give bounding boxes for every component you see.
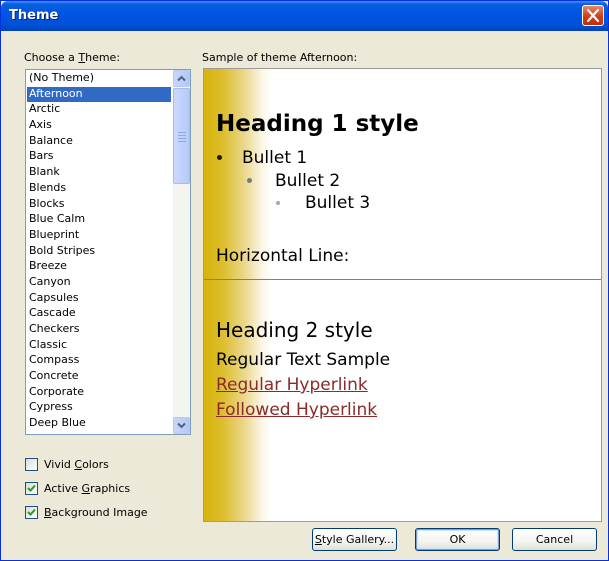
ok-button[interactable]: OK bbox=[415, 528, 500, 551]
background-image-checkbox[interactable] bbox=[25, 506, 38, 519]
list-item[interactable]: Canyon bbox=[27, 275, 171, 291]
active-graphics-checkbox[interactable] bbox=[25, 482, 38, 495]
preview-caption: Sample of theme Afternoon: bbox=[202, 51, 358, 64]
list-item[interactable]: Concrete bbox=[27, 369, 171, 385]
active-graphics-label: Active Graphics bbox=[44, 482, 131, 495]
preview-horizontal-line-label: Horizontal Line: bbox=[216, 246, 350, 266]
list-item[interactable]: Afternoon bbox=[27, 86, 171, 103]
close-button[interactable] bbox=[582, 5, 604, 26]
thumb-grip bbox=[178, 132, 186, 133]
bullet-icon bbox=[276, 201, 280, 205]
preview-bullet2: Bullet 2 bbox=[275, 171, 341, 191]
list-item[interactable]: Capsules bbox=[27, 291, 171, 307]
theme-preview: Heading 1 style Bullet 1 Bullet 2 Bullet… bbox=[203, 68, 602, 522]
list-item[interactable]: Balance bbox=[27, 134, 171, 150]
vivid-colors-label: Vivid Colors bbox=[44, 458, 109, 471]
theme-list-scrollbar[interactable] bbox=[173, 70, 190, 434]
thumb-grip bbox=[178, 138, 186, 139]
list-item[interactable]: Deep Blue bbox=[27, 416, 171, 432]
list-item[interactable]: Blocks bbox=[27, 197, 171, 213]
list-item[interactable]: Blueprint bbox=[27, 228, 171, 244]
list-item[interactable]: Axis bbox=[27, 118, 171, 134]
preview-hyperlink[interactable]: Regular Hyperlink bbox=[216, 375, 368, 395]
list-item[interactable]: Cypress bbox=[27, 400, 171, 416]
theme-listbox[interactable]: (No Theme) Afternoon Arctic Axis Balance Bars… bbox=[25, 69, 191, 435]
list-item[interactable]: Checkers bbox=[27, 322, 171, 338]
scroll-thumb[interactable] bbox=[173, 88, 190, 184]
theme-list-items: (No Theme) Afternoon Arctic Axis Balance Bars… bbox=[27, 71, 171, 432]
theme-dialog: Theme Choose a Theme: (No Theme) Afternoo… bbox=[0, 0, 609, 561]
list-item[interactable]: Classic bbox=[27, 338, 171, 354]
preview-bullet3: Bullet 3 bbox=[305, 193, 371, 213]
vivid-colors-checkbox[interactable] bbox=[25, 458, 38, 471]
preview-bullet1: Bullet 1 bbox=[242, 148, 308, 168]
list-item[interactable]: Compass bbox=[27, 353, 171, 369]
preview-heading2: Heading 2 style bbox=[216, 318, 373, 342]
checkmark-icon bbox=[27, 484, 36, 492]
scroll-down-icon bbox=[177, 422, 186, 429]
thumb-grip bbox=[178, 135, 186, 136]
preview-horizontal-rule bbox=[204, 279, 601, 280]
list-item[interactable]: Blends bbox=[27, 181, 171, 197]
bullet-icon bbox=[217, 155, 222, 160]
preview-heading1: Heading 1 style bbox=[216, 111, 419, 137]
background-image-label: Background Image bbox=[44, 506, 148, 519]
scroll-up-icon bbox=[177, 75, 186, 82]
list-item[interactable]: Bold Stripes bbox=[27, 244, 171, 260]
list-item[interactable]: Blue Calm bbox=[27, 212, 171, 228]
list-item[interactable]: Corporate bbox=[27, 385, 171, 401]
list-item[interactable]: (No Theme) bbox=[27, 71, 171, 87]
list-item[interactable]: Bars bbox=[27, 149, 171, 165]
checkmark-icon bbox=[27, 508, 36, 516]
style-gallery-button[interactable]: Style Gallery... bbox=[312, 528, 397, 551]
preview-followed-hyperlink[interactable]: Followed Hyperlink bbox=[216, 400, 377, 420]
thumb-grip bbox=[178, 141, 186, 142]
list-item[interactable]: Cascade bbox=[27, 306, 171, 322]
cancel-button[interactable]: Cancel bbox=[512, 528, 597, 551]
list-item[interactable]: Blank bbox=[27, 165, 171, 181]
window-title: Theme bbox=[9, 8, 59, 23]
list-item[interactable]: Arctic bbox=[27, 102, 171, 118]
scroll-down-button[interactable] bbox=[173, 417, 190, 434]
theme-list-label: Choose a Theme: bbox=[24, 51, 121, 64]
close-icon bbox=[587, 9, 599, 22]
bullet-icon bbox=[247, 178, 252, 183]
preview-regular-text: Regular Text Sample bbox=[216, 350, 391, 370]
list-item[interactable]: Breeze bbox=[27, 259, 171, 275]
title-bar[interactable]: Theme bbox=[1, 1, 608, 31]
scroll-up-button[interactable] bbox=[173, 70, 190, 87]
